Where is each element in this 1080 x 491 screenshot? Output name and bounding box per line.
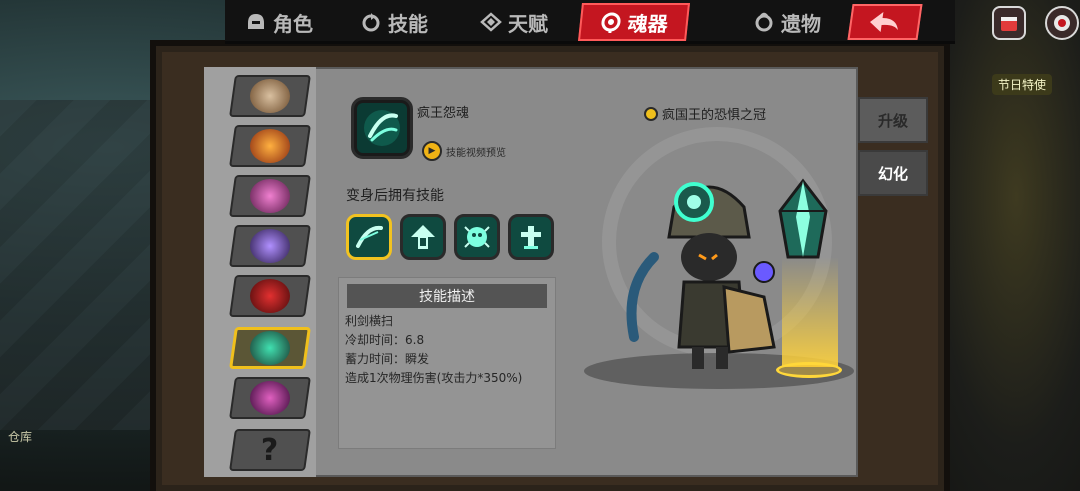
vessel-slot[interactable] — [229, 75, 311, 117]
red-flame-icon — [250, 279, 290, 313]
vessel-slot[interactable] — [229, 275, 311, 317]
description-title: 技能描述 — [347, 284, 547, 308]
tab-bar: 角色 技能 天赋 魂器 遗物 — [225, 0, 955, 44]
description-line: 利剑横扫 — [345, 314, 394, 328]
crown-crystal-icon — [778, 178, 828, 259]
pink-eye-icon — [250, 179, 290, 213]
horn-crown-icon — [250, 79, 290, 113]
tab-label: 角色 — [273, 11, 313, 36]
transform-button[interactable]: 幻化 — [858, 150, 928, 196]
back-button[interactable] — [847, 4, 923, 40]
crystal-crown-icon — [250, 331, 290, 365]
vessel-slot-list: ? — [204, 67, 316, 477]
dark-claw-icon — [250, 229, 290, 263]
tab-label: 技能 — [388, 11, 428, 36]
question-mark-icon: ? — [261, 432, 279, 468]
skill-slot-2[interactable] — [400, 214, 446, 260]
settings-icon[interactable] — [1045, 6, 1079, 40]
vessel-slot-unknown[interactable]: ? — [229, 429, 311, 471]
tab-talent[interactable]: 天赋 — [480, 3, 548, 41]
light-beam — [782, 257, 838, 367]
upgrade-button[interactable]: 升级 — [858, 97, 928, 143]
arrow-up-icon — [411, 225, 435, 249]
tab-soul-vessel[interactable]: 魂器 — [578, 3, 690, 41]
video-preview-label: 技能视频预览 — [446, 147, 506, 159]
warehouse-label[interactable]: 仓库 — [8, 428, 32, 445]
skill-description-box: 技能描述 利剑横扫 冷却时间：6.8 蓄力时间：瞬发 造成1次物理伤害(攻击力*… — [338, 277, 556, 449]
ghost-icon — [464, 226, 490, 248]
fire-orb-icon — [250, 129, 290, 163]
vessel-slot[interactable] — [229, 225, 311, 267]
transform-skills-header: 变身后拥有技能 — [346, 188, 444, 204]
light-ring — [776, 362, 842, 378]
relic-name-text: 疯国王的恐惧之冠 — [662, 108, 767, 123]
talent-wing-icon — [480, 11, 502, 33]
skill-name: 疯王怨魂 — [417, 106, 470, 121]
play-icon: ▶ — [422, 141, 442, 161]
vessel-slot[interactable] — [229, 125, 311, 167]
skill-detail: 疯王怨魂 ▶ 技能视频预览 变身后拥有技能 技能描述 利剑横扫 冷却时间：6.8… — [316, 67, 574, 477]
skill-swirl-icon — [360, 11, 382, 33]
description-line: 冷却时间：6.8 — [345, 333, 425, 347]
relic-marker-icon — [644, 106, 658, 121]
helmet-icon — [245, 11, 267, 33]
lock-icon — [250, 381, 290, 415]
tab-label: 魂器 — [626, 11, 670, 36]
relic-showcase: 疯国王的恐惧之冠 — [574, 67, 858, 477]
vessel-slot-selected[interactable] — [229, 327, 311, 369]
soul-spiral-icon — [599, 11, 623, 33]
tab-label: 遗物 — [781, 11, 821, 36]
skill-slot-1[interactable] — [346, 214, 392, 260]
main-skill-icon[interactable] — [351, 97, 413, 159]
vessel-slot-locked[interactable] — [229, 377, 311, 419]
event-label[interactable]: 节日特使 — [992, 74, 1053, 95]
tab-relics[interactable]: 遗物 — [753, 3, 821, 41]
sword-slash-icon — [356, 225, 383, 248]
tab-character[interactable]: 角色 — [245, 3, 313, 41]
calendar-event-icon[interactable] — [992, 6, 1026, 40]
vessel-slot[interactable] — [229, 175, 311, 217]
description-line: 造成1次物理伤害(攻击力*350%) — [345, 371, 523, 385]
skill-slot-3[interactable] — [454, 214, 500, 260]
tab-label: 天赋 — [508, 11, 548, 36]
skill-video-preview[interactable]: ▶ 技能视频预览 — [422, 141, 506, 161]
skill-slot-4[interactable] — [508, 214, 554, 260]
relic-name: 疯国王的恐惧之冠 — [644, 104, 766, 123]
tab-skills[interactable]: 技能 — [360, 3, 428, 41]
relic-swirl-icon — [753, 11, 775, 33]
totem-icon — [521, 226, 541, 249]
dungeon-floor — [0, 100, 170, 430]
back-arrow-icon — [870, 12, 898, 32]
description-line: 蓄力时间：瞬发 — [345, 352, 430, 366]
